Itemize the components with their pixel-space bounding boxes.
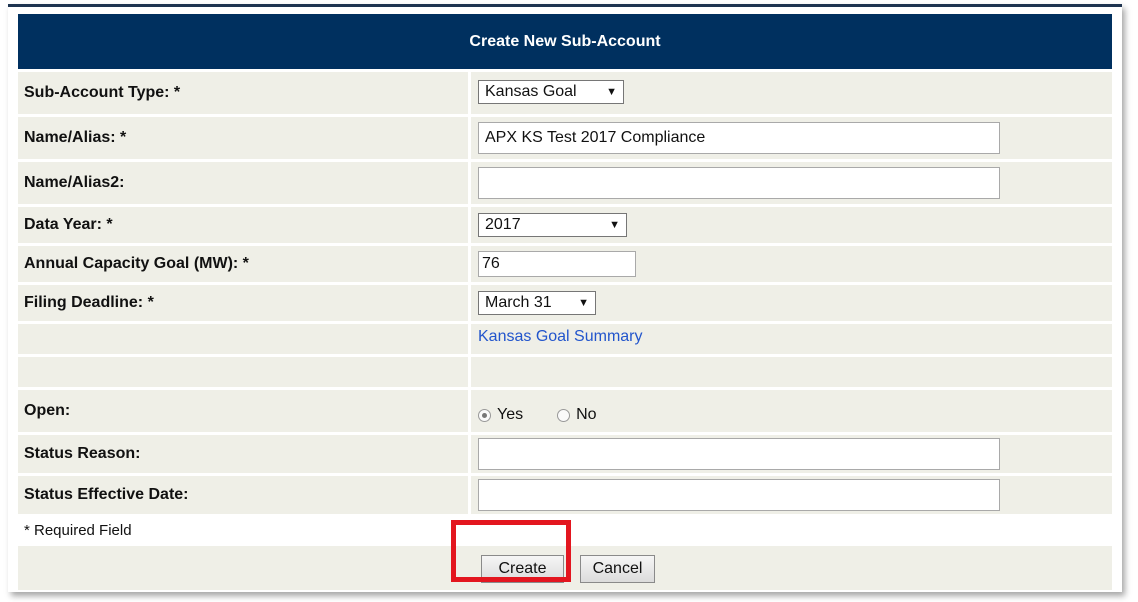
name-alias2-input[interactable] [478,167,1000,199]
name-alias2-cell [471,162,1112,204]
capacity-goal-input[interactable]: 76 [478,251,636,277]
top-border [8,4,1122,7]
open-cell: Yes No [471,390,1112,432]
name-alias2-label: Name/Alias2: [18,162,468,204]
kansas-goal-summary-link[interactable]: Kansas Goal Summary [478,328,643,346]
name-alias-input[interactable]: APX KS Test 2017 Compliance [478,122,1000,154]
row-name-alias: Name/Alias: * APX KS Test 2017 Complianc… [18,117,1112,159]
filing-deadline-value: March 31 [485,294,552,311]
status-reason-input[interactable] [478,438,1000,470]
form-title: Create New Sub-Account [18,14,1112,69]
row-status-reason: Status Reason: [18,435,1112,473]
status-effective-date-cell [471,476,1112,514]
status-reason-cell [471,435,1112,473]
status-effective-date-label: Status Effective Date: [18,476,468,514]
create-subaccount-form: Create New Sub-Account Sub-Account Type:… [18,14,1112,590]
open-label: Open: [18,390,468,432]
data-year-label: Data Year: * [18,207,468,243]
window-frame: Create New Sub-Account Sub-Account Type:… [8,4,1122,592]
data-year-select[interactable]: 2017 ▼ [478,213,627,237]
open-no-radio[interactable] [557,408,571,422]
subaccount-type-select[interactable]: Kansas Goal ▼ [478,80,624,104]
filing-deadline-select[interactable]: March 31 ▼ [478,291,596,315]
empty-label-cell [18,357,468,387]
name-alias-cell: APX KS Test 2017 Compliance [471,117,1112,159]
dropdown-arrow-icon: ▼ [578,297,589,309]
row-name-alias2: Name/Alias2: [18,162,1112,204]
open-radio-group: Yes No [478,406,597,424]
row-filing-deadline: Filing Deadline: * March 31 ▼ [18,285,1112,321]
status-effective-date-input[interactable] [478,479,1000,511]
filing-deadline-label: Filing Deadline: * [18,285,468,321]
row-open: Open: Yes No [18,390,1112,432]
summary-link-cell: Kansas Goal Summary [471,324,1112,354]
create-button-highlight-box [451,520,571,582]
capacity-goal-cell: 76 [471,246,1112,282]
radio-selected-dot [482,412,487,418]
row-summary-link: Kansas Goal Summary [18,324,1112,354]
dropdown-arrow-icon: ▼ [609,219,620,231]
empty-label-cell [18,324,468,354]
empty-value-cell [471,357,1112,387]
filing-deadline-cell: March 31 ▼ [471,285,1112,321]
row-capacity-goal: Annual Capacity Goal (MW): * 76 [18,246,1112,282]
open-yes-radio[interactable] [478,408,491,422]
row-status-effective-date: Status Effective Date: [18,476,1112,514]
open-no-label: No [576,406,597,423]
dropdown-arrow-icon: ▼ [606,86,617,98]
subaccount-type-label: Sub-Account Type: * [18,72,468,114]
data-year-value: 2017 [485,216,521,233]
capacity-goal-label: Annual Capacity Goal (MW): * [18,246,468,282]
open-yes-label: Yes [497,406,524,423]
name-alias-label: Name/Alias: * [18,117,468,159]
row-data-year: Data Year: * 2017 ▼ [18,207,1112,243]
row-subaccount-type: Sub-Account Type: * Kansas Goal ▼ [18,72,1112,114]
row-spacer [18,357,1112,387]
status-reason-label: Status Reason: [18,435,468,473]
subaccount-type-cell: Kansas Goal ▼ [471,72,1112,114]
cancel-button[interactable]: Cancel [580,555,655,583]
subaccount-type-value: Kansas Goal [485,83,577,100]
data-year-cell: 2017 ▼ [471,207,1112,243]
